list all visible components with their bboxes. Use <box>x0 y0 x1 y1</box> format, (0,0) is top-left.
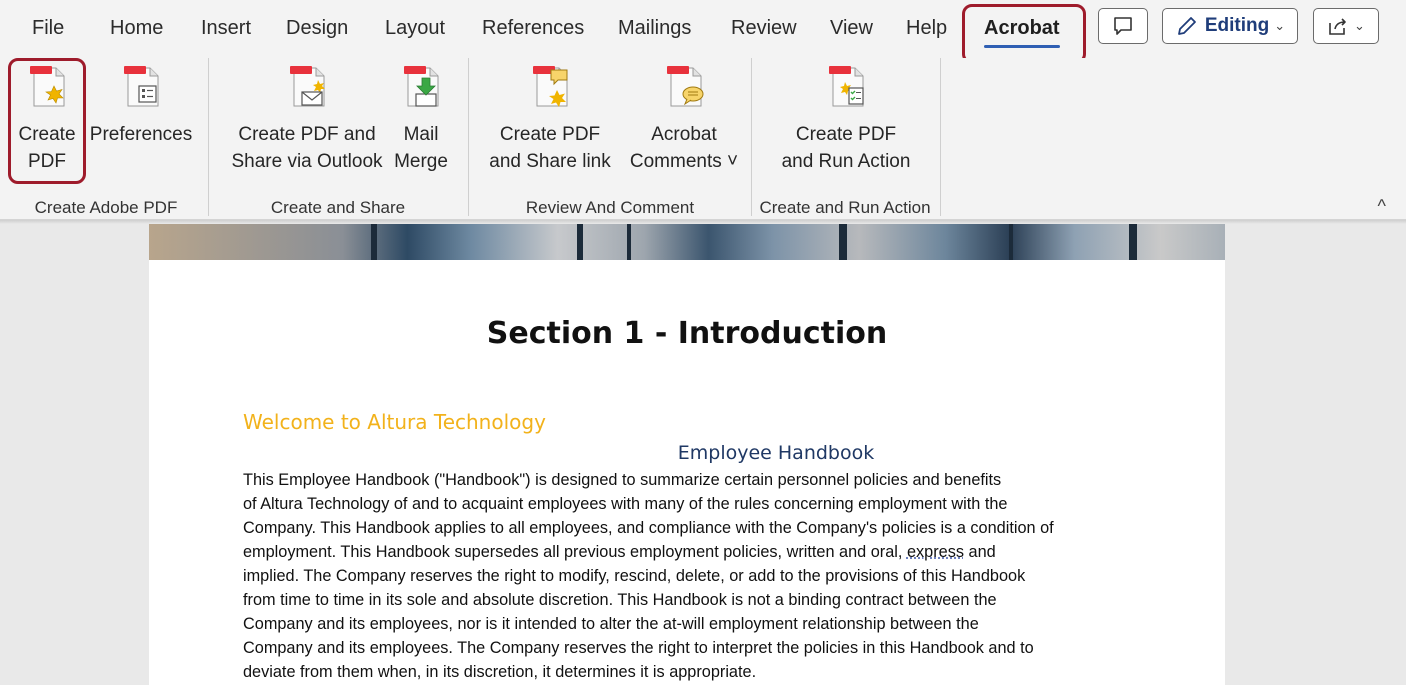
run-action-label-line2: and Run Action <box>781 151 911 172</box>
banner-window-mullion <box>1009 224 1013 260</box>
welcome-heading: Welcome to Altura Technology <box>243 410 546 434</box>
group-divider <box>208 58 209 216</box>
mail-merge-label: Mail Merge <box>386 121 456 175</box>
run-action-label-line1: Create PDF <box>795 124 897 145</box>
body-line: employment. This Handbook supersedes all… <box>243 540 1143 564</box>
editing-mode-button[interactable]: Editing ⌄ <box>1162 8 1298 44</box>
tab-file[interactable]: File <box>32 17 64 40</box>
share-button[interactable]: ⌄ <box>1313 8 1379 44</box>
banner-window-mullion <box>371 224 377 260</box>
body-line: of Altura Technology of and to acquaint … <box>243 495 1008 513</box>
preferences-button[interactable]: Preferences <box>88 58 194 188</box>
share-link-label: Create PDF and Share link <box>484 121 616 175</box>
group-label-create-and-share: Create and Share <box>270 198 406 217</box>
tab-home[interactable]: Home <box>110 17 163 40</box>
share-link-icon <box>533 66 568 107</box>
body-line-tail: and <box>963 543 996 561</box>
create-pdf-highlight <box>8 58 86 184</box>
group-label-review-and-comment: Review And Comment <box>525 198 695 217</box>
mail-merge-icon <box>404 66 439 107</box>
collapse-ribbon-icon[interactable]: ^ <box>1378 196 1386 217</box>
banner-window-mullion <box>577 224 583 260</box>
mail-merge-button[interactable]: Mail Merge <box>386 58 456 188</box>
comment-icon <box>1114 17 1132 35</box>
employee-handbook-subheading: Employee Handbook <box>677 442 875 464</box>
body-line: Company and its employees, nor is it int… <box>243 615 979 633</box>
create-pdf-run-action-button[interactable]: Create PDF and Run Action <box>766 58 926 188</box>
preferences-label: Preferences <box>89 124 193 145</box>
banner-window-mullion <box>1129 224 1137 260</box>
tab-layout[interactable]: Layout <box>385 17 445 40</box>
acrobat-tab-highlight <box>962 4 1086 64</box>
share-outlook-label: Create PDF and Share via Outlook <box>222 121 392 175</box>
group-label-create-and-run-action: Create and Run Action <box>759 198 931 217</box>
group-divider <box>751 58 752 216</box>
group-divider <box>940 58 941 216</box>
comments-label-line2: Comments ˅ <box>629 151 739 172</box>
create-pdf-share-outlook-button[interactable]: Create PDF and Share via Outlook <box>222 58 392 188</box>
share-link-label-line2: and Share link <box>489 151 611 172</box>
menu-bar: File Home Insert Design Layout Reference… <box>0 0 1406 58</box>
tab-references[interactable]: References <box>482 17 584 40</box>
share-outlook-label-line2: Share via Outlook <box>231 151 383 172</box>
banner-window-mullion <box>627 224 631 260</box>
run-action-label: Create PDF and Run Action <box>766 121 926 175</box>
acrobat-comments-button[interactable]: Acrobat Comments ˅ <box>618 58 750 188</box>
mail-merge-label-line1: Mail <box>403 124 439 145</box>
run-action-icon <box>829 66 864 107</box>
tab-help[interactable]: Help <box>906 17 947 40</box>
share-outlook-icon <box>290 66 325 107</box>
chevron-down-icon: ⌄ <box>1274 18 1286 33</box>
share-outlook-label-line1: Create PDF and <box>238 124 376 145</box>
body-paragraph: This Employee Handbook ("Handbook") is d… <box>243 468 1143 684</box>
create-pdf-share-link-button[interactable]: Create PDF and Share link <box>484 58 616 188</box>
document-page[interactable]: Section 1 - Introduction Welcome to Altu… <box>149 224 1225 685</box>
banner-window-mullion <box>839 224 847 260</box>
comments-label-line1: Acrobat <box>651 124 717 145</box>
body-line: from time to time in its sole and absolu… <box>243 591 997 609</box>
tab-view[interactable]: View <box>830 17 873 40</box>
tab-design[interactable]: Design <box>286 17 348 40</box>
comments-icon <box>667 66 704 107</box>
share-icon <box>1329 18 1346 35</box>
body-line: Company and its employees. The Company r… <box>243 639 1034 657</box>
group-divider <box>468 58 469 216</box>
group-label-create-adobe-pdf: Create Adobe PDF <box>34 198 178 217</box>
section-title: Section 1 - Introduction <box>486 316 888 351</box>
comments-button[interactable] <box>1098 8 1148 44</box>
ribbon: Create PDF Preferences Create Adobe PDF <box>0 58 1406 220</box>
pencil-icon <box>1177 17 1196 35</box>
body-line: Company. This Handbook applies to all em… <box>243 519 1054 537</box>
tab-review[interactable]: Review <box>731 17 797 40</box>
mail-merge-label-line2: Merge <box>394 151 448 172</box>
header-banner-image <box>149 224 1225 260</box>
tab-insert[interactable]: Insert <box>201 17 251 40</box>
body-line: This Employee Handbook ("Handbook") is d… <box>243 471 1002 489</box>
body-line-text: employment. This Handbook supersedes all… <box>243 543 903 561</box>
preferences-icon <box>124 66 159 107</box>
body-line: implied. The Company reserves the right … <box>243 567 1026 585</box>
share-link-label-line1: Create PDF <box>499 124 601 145</box>
comments-label: Acrobat Comments ˅ <box>618 121 750 175</box>
share-chevron-down-icon: ⌄ <box>1354 18 1365 33</box>
spellcheck-flagged-word: express <box>906 543 964 561</box>
editing-label: Editing <box>1204 15 1270 36</box>
body-line: deviate from them when, in its discretio… <box>243 663 757 681</box>
tab-mailings[interactable]: Mailings <box>618 17 691 40</box>
